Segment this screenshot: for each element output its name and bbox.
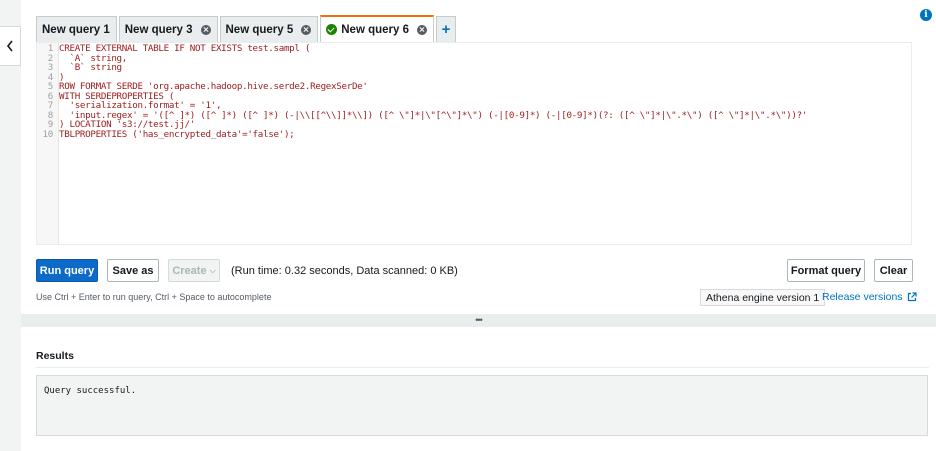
release-versions-label: Release versions <box>822 291 903 303</box>
tab-label: New query 1 <box>42 23 110 36</box>
line-number: 5 <box>47 81 54 92</box>
line-number: 2 <box>47 52 54 64</box>
success-check-icon <box>326 24 338 35</box>
tab-label: New query 5 <box>225 23 294 36</box>
format-query-button[interactable]: Format query <box>787 259 865 282</box>
line-number: 1 <box>47 43 54 54</box>
code-line: 3 `B` string <box>37 63 911 73</box>
results-panel: Results Query successful. <box>21 327 936 451</box>
release-versions-link[interactable]: Release versions <box>822 291 917 303</box>
line-number: 10 <box>42 128 54 140</box>
tab-label: New query 6 <box>341 23 409 36</box>
line-number: 4 <box>47 71 54 83</box>
panel-resize-handle[interactable]: ••• <box>21 314 936 327</box>
chevron-down-icon: ⌵ <box>209 265 216 275</box>
line-number: 6 <box>47 90 54 102</box>
keyboard-hint: Use Ctrl + Enter to run query, Ctrl + Sp… <box>36 292 272 302</box>
query-tabs: New query 1 New query 3 New query 5 New … <box>36 15 458 42</box>
sql-editor[interactable]: 1 CREATE EXTERNAL TABLE IF NOT EXISTS tes… <box>36 42 912 245</box>
tab-new-query-1[interactable]: New query 1 <box>36 16 117 42</box>
tab-new-query-3[interactable]: New query 3 <box>118 16 218 42</box>
engine-version-badge: Athena engine version 1 <box>700 289 826 306</box>
clear-button[interactable]: Clear <box>874 259 913 282</box>
chevron-left-icon <box>6 40 13 52</box>
results-message: Query successful. <box>44 386 137 396</box>
divider <box>36 367 929 368</box>
line-text: `B` string <box>59 62 122 73</box>
collapse-sidebar-button[interactable] <box>0 26 21 66</box>
info-icon[interactable]: i <box>920 9 932 21</box>
code-line: 2 `A` string, <box>37 52 911 64</box>
close-tab-icon[interactable] <box>301 24 312 35</box>
tab-label: New query 3 <box>124 23 193 36</box>
create-dropdown-button[interactable]: Create ⌵ <box>168 259 220 282</box>
sql-code: 1 CREATE EXTERNAL TABLE IF NOT EXISTS tes… <box>37 44 911 139</box>
external-link-icon <box>907 292 917 302</box>
results-title: Results <box>36 350 74 362</box>
results-output: Query successful. <box>36 375 928 436</box>
code-line: 1 CREATE EXTERNAL TABLE IF NOT EXISTS tes… <box>37 44 911 54</box>
line-number: 7 <box>47 100 54 111</box>
line-number: 8 <box>47 109 54 121</box>
code-line: 10 TBLPROPERTIES ('has_encrypted_data'='f… <box>37 128 911 140</box>
line-text: TBLPROPERTIES ('has_encrypted_data'='fal… <box>59 128 295 140</box>
line-number: 3 <box>47 62 54 73</box>
tab-new-query-6[interactable]: New query 6 <box>320 15 434 42</box>
add-tab-button[interactable]: + <box>436 16 456 42</box>
tab-new-query-5[interactable]: New query 5 <box>219 16 319 42</box>
plus-icon: + <box>441 21 451 38</box>
close-tab-icon[interactable] <box>417 24 427 35</box>
create-label: Create <box>172 264 207 277</box>
save-as-button[interactable]: Save as <box>107 259 159 282</box>
close-tab-icon[interactable] <box>200 24 211 35</box>
drag-handle-icon: ••• <box>475 315 483 325</box>
run-info-text: (Run time: 0.32 seconds, Data scanned: 0… <box>231 265 458 277</box>
run-query-button[interactable]: Run query <box>36 259 98 282</box>
